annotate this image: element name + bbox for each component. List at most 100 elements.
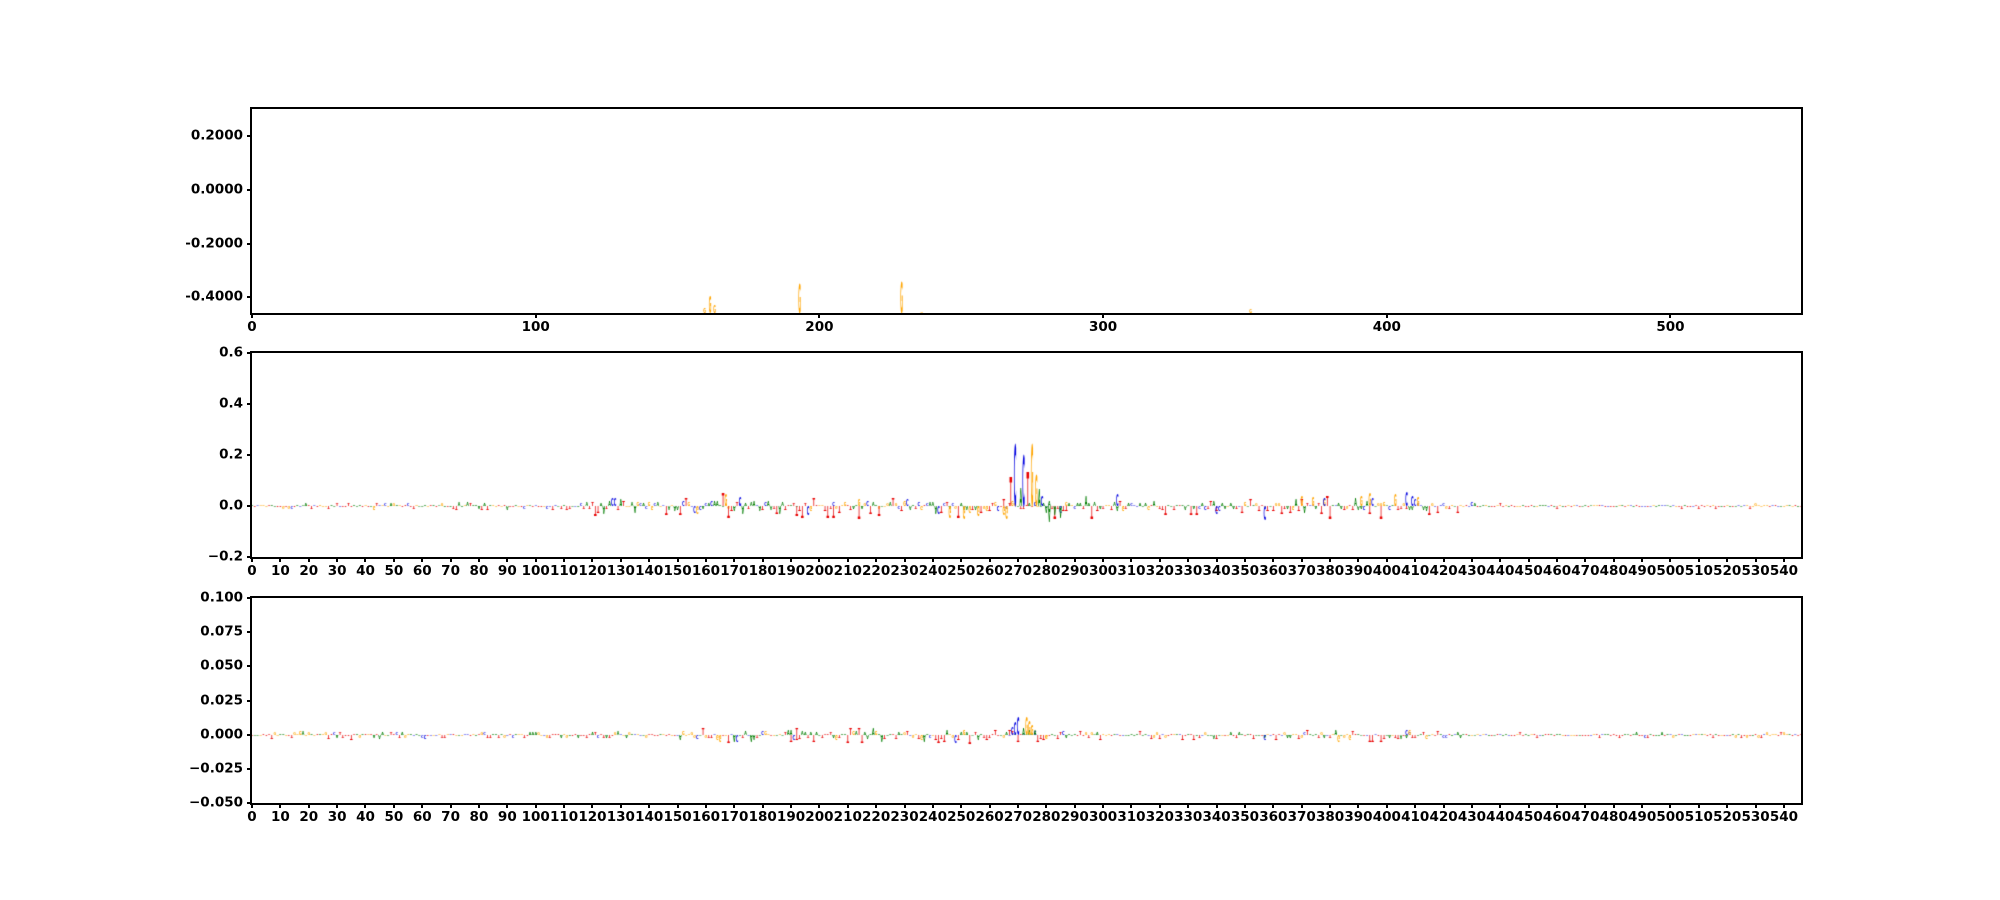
figure-canvas: 01002003004005000.20000.0000-0.2000-0.40… <box>0 0 2000 900</box>
x-tick-label: 70 <box>441 811 460 825</box>
x-tick-mark <box>1641 557 1643 562</box>
x-tick-label: 460 <box>1543 565 1571 579</box>
x-tick-mark <box>1329 557 1331 562</box>
x-tick-label: 330 <box>1174 565 1202 579</box>
y-tick-mark <box>247 700 252 702</box>
x-tick-label: 300 <box>1089 321 1117 335</box>
x-tick-mark <box>790 557 792 562</box>
x-tick-label: 10 <box>271 811 290 825</box>
x-tick-label: 510 <box>1685 565 1713 579</box>
subplot-middle: 0102030405060708090100110120130140150160… <box>250 351 1803 559</box>
y-tick-mark <box>247 734 252 736</box>
x-tick-mark <box>421 557 423 562</box>
x-tick-label: 210 <box>834 811 862 825</box>
x-tick-label: 190 <box>777 811 805 825</box>
x-tick-label: 190 <box>777 565 805 579</box>
x-tick-label: 220 <box>862 811 890 825</box>
x-tick-label: 310 <box>1117 565 1145 579</box>
x-tick-label: 430 <box>1458 811 1486 825</box>
subplot-bottom-canvas <box>252 598 1801 803</box>
x-tick-label: 470 <box>1571 565 1599 579</box>
y-tick-mark <box>247 556 252 558</box>
x-tick-mark <box>336 803 338 808</box>
x-tick-mark <box>1528 803 1530 808</box>
x-tick-label: 440 <box>1486 565 1514 579</box>
x-tick-mark <box>620 803 622 808</box>
x-tick-mark <box>1471 803 1473 808</box>
x-tick-label: 110 <box>550 811 578 825</box>
x-tick-label: 290 <box>1061 565 1089 579</box>
x-tick-mark <box>1669 313 1671 318</box>
y-tick-label: 0.050 <box>200 660 243 674</box>
x-tick-label: 120 <box>578 811 606 825</box>
x-tick-label: 20 <box>299 811 318 825</box>
x-tick-label: 200 <box>805 565 833 579</box>
x-tick-label: 260 <box>976 811 1004 825</box>
x-tick-mark <box>1187 803 1189 808</box>
x-tick-label: 110 <box>550 565 578 579</box>
x-tick-label: 270 <box>1004 565 1032 579</box>
x-tick-mark <box>1499 803 1501 808</box>
x-tick-mark <box>620 557 622 562</box>
x-tick-label: 380 <box>1316 811 1344 825</box>
x-tick-label: 540 <box>1770 565 1798 579</box>
x-tick-mark <box>904 557 906 562</box>
x-tick-mark <box>279 803 281 808</box>
x-tick-label: 370 <box>1288 565 1316 579</box>
x-tick-label: 140 <box>635 565 663 579</box>
x-tick-mark <box>989 803 991 808</box>
y-tick-label: −0.2 <box>208 550 243 564</box>
x-tick-label: 360 <box>1259 565 1287 579</box>
x-tick-label: 540 <box>1770 811 1798 825</box>
x-tick-label: 20 <box>299 565 318 579</box>
x-tick-label: 70 <box>441 565 460 579</box>
x-tick-mark <box>563 803 565 808</box>
x-tick-mark <box>506 557 508 562</box>
x-tick-label: 340 <box>1202 811 1230 825</box>
x-tick-mark <box>1669 557 1671 562</box>
y-tick-mark <box>247 296 252 298</box>
x-tick-mark <box>1216 803 1218 808</box>
x-tick-mark <box>1301 803 1303 808</box>
x-tick-mark <box>1386 557 1388 562</box>
x-tick-label: 300 <box>1089 811 1117 825</box>
x-tick-label: 290 <box>1061 811 1089 825</box>
x-tick-label: 40 <box>356 811 375 825</box>
x-tick-label: 170 <box>720 811 748 825</box>
x-tick-mark <box>1698 557 1700 562</box>
x-tick-label: 130 <box>607 565 635 579</box>
x-tick-mark <box>591 803 593 808</box>
x-tick-mark <box>393 803 395 808</box>
x-tick-mark <box>393 557 395 562</box>
subplot-bottom: 0102030405060708090100110120130140150160… <box>250 596 1803 805</box>
x-tick-label: 350 <box>1231 811 1259 825</box>
x-tick-mark <box>1584 803 1586 808</box>
y-tick-label: −0.025 <box>189 762 243 776</box>
x-tick-label: 470 <box>1571 811 1599 825</box>
x-tick-label: 230 <box>890 565 918 579</box>
x-tick-mark <box>875 557 877 562</box>
x-tick-mark <box>762 803 764 808</box>
x-tick-mark <box>1074 803 1076 808</box>
x-tick-mark <box>1216 557 1218 562</box>
x-tick-label: 500 <box>1656 811 1684 825</box>
x-tick-mark <box>1102 557 1104 562</box>
x-tick-label: 40 <box>356 565 375 579</box>
x-tick-mark <box>279 557 281 562</box>
x-tick-label: 250 <box>947 811 975 825</box>
x-tick-label: 520 <box>1713 811 1741 825</box>
y-tick-mark <box>247 454 252 456</box>
x-tick-mark <box>1244 557 1246 562</box>
x-tick-label: 400 <box>1373 811 1401 825</box>
x-tick-mark <box>506 803 508 808</box>
x-tick-mark <box>535 803 537 808</box>
x-tick-label: 450 <box>1515 565 1543 579</box>
x-tick-label: 180 <box>749 811 777 825</box>
x-tick-label: 360 <box>1259 811 1287 825</box>
x-tick-mark <box>989 557 991 562</box>
subplot-middle-canvas <box>252 353 1801 557</box>
x-tick-mark <box>1130 803 1132 808</box>
x-tick-mark <box>1187 557 1189 562</box>
x-tick-label: 520 <box>1713 565 1741 579</box>
x-tick-mark <box>875 803 877 808</box>
